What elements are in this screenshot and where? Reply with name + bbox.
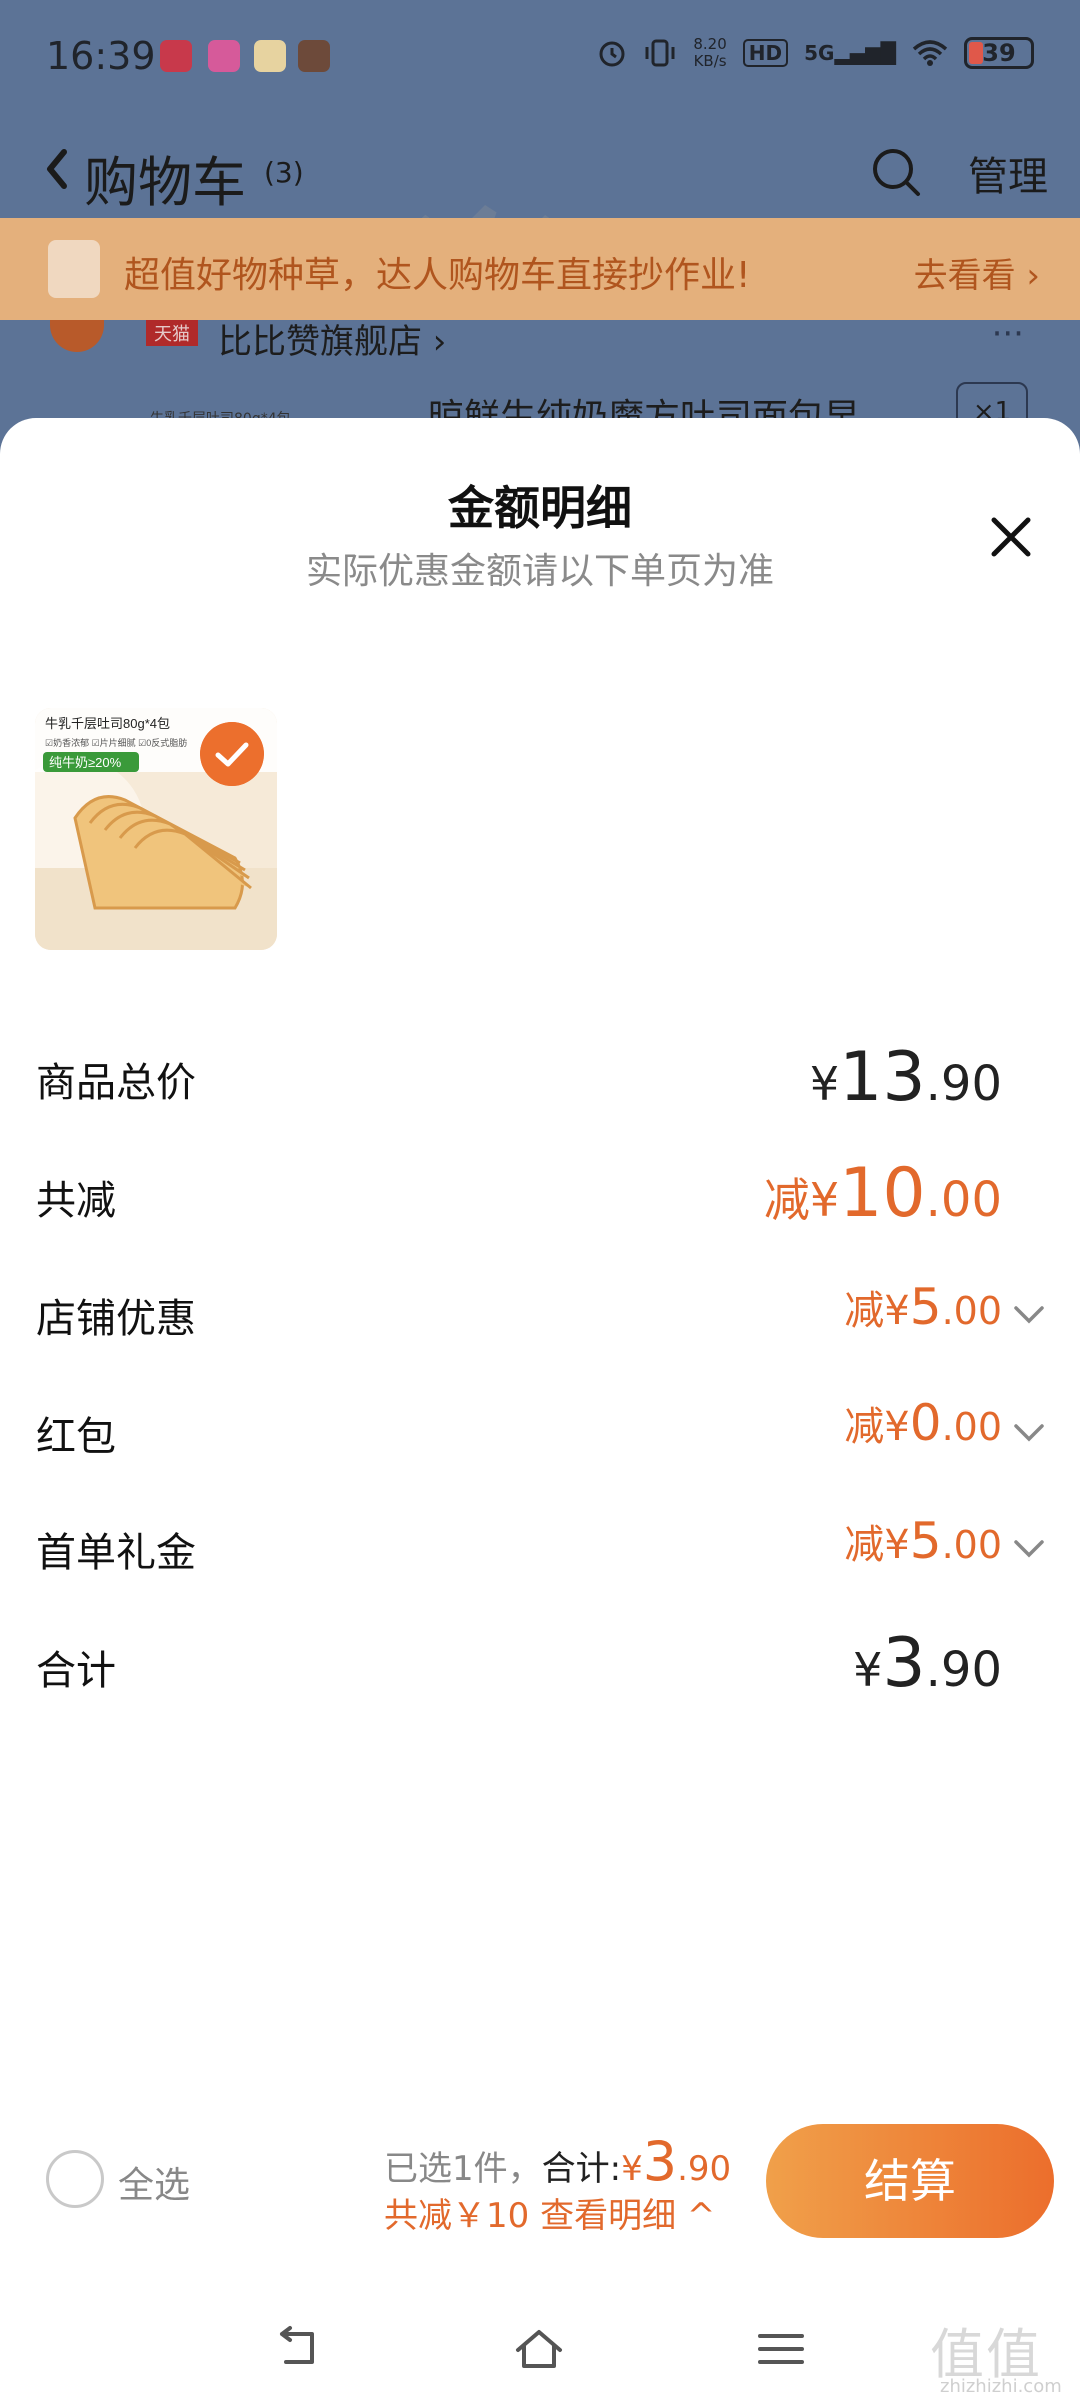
svg-text:纯牛奶≥20%: 纯牛奶≥20% bbox=[49, 755, 122, 770]
tmall-badge: 天猫 bbox=[146, 320, 198, 346]
battery-indicator: 39 bbox=[964, 37, 1034, 69]
watermark-url: zhizhizhi.com bbox=[940, 2376, 1062, 2397]
status-time: 16:39 bbox=[46, 34, 156, 78]
page-title: 购物车 bbox=[84, 151, 246, 214]
first-order-gift-label: 首单礼金 bbox=[36, 1530, 196, 1576]
status-bar: 16:39 8.20 KB/s HD 5G▂▄▆█ 39 bbox=[0, 0, 1080, 120]
price-detail-sheet: 金额明细 实际优惠金额请以下单页为准 牛乳千层吐司80g*4包 ☑奶香浓郁 ☑片… bbox=[0, 418, 1080, 2400]
total-saved-value: 减¥10.00 bbox=[763, 1154, 1002, 1233]
home-nav-icon[interactable] bbox=[512, 2324, 566, 2374]
total-price-label: 商品总价 bbox=[36, 1060, 196, 1106]
svg-text:☑奶香浓郁 ☑片片细腻 ☑0反式脂肪: ☑奶香浓郁 ☑片片细腻 ☑0反式脂肪 bbox=[45, 737, 187, 748]
total-saved-label: 共减 bbox=[36, 1178, 116, 1224]
promo-banner[interactable]: 超值好物种草，达人购物车直接抄作业! 去看看 › bbox=[0, 218, 1080, 320]
more-icon[interactable]: ··· bbox=[992, 314, 1024, 354]
sheet-title: 金额明细 bbox=[448, 481, 632, 535]
sum-label: 合计 bbox=[36, 1648, 116, 1694]
app-notification-icon bbox=[298, 40, 330, 72]
selected-summary: 已选1件，合计:¥3.90 bbox=[384, 2130, 732, 2193]
cart-count: (3) bbox=[264, 156, 304, 189]
shop-name[interactable]: 比比赞旗舰店 › bbox=[218, 314, 446, 363]
status-right-group: 8.20 KB/s HD 5G▂▄▆█ 39 bbox=[597, 36, 1034, 70]
signal-icon: 5G▂▄▆█ bbox=[804, 41, 896, 65]
system-navigation-bar bbox=[0, 2300, 1080, 2400]
promo-link[interactable]: 去看看 › bbox=[914, 248, 1040, 297]
checked-icon[interactable] bbox=[200, 722, 264, 786]
app-notification-icon bbox=[254, 40, 286, 72]
total-price-value: ¥13.90 bbox=[809, 1038, 1002, 1117]
back-arrow-icon[interactable] bbox=[38, 144, 78, 194]
chevron-down-icon[interactable] bbox=[1012, 1304, 1046, 1326]
chevron-down-icon[interactable] bbox=[1012, 1422, 1046, 1444]
search-icon[interactable] bbox=[868, 144, 924, 200]
red-packet-label: 红包 bbox=[36, 1414, 116, 1460]
wifi-icon bbox=[912, 40, 948, 66]
shop-checkbox[interactable] bbox=[50, 320, 104, 352]
sheet-subtitle: 实际优惠金额请以下单页为准 bbox=[305, 551, 774, 592]
shop-discount-value[interactable]: 减¥5.00 bbox=[844, 1278, 1002, 1336]
cart-header: 购物车 (3) 管理 bbox=[0, 120, 1080, 325]
select-all-label[interactable]: 全选 bbox=[118, 2156, 190, 2208]
app-notification-icon bbox=[208, 40, 240, 72]
menu-nav-icon[interactable] bbox=[754, 2324, 808, 2374]
promo-thumbnail bbox=[48, 240, 100, 298]
sum-value: ¥3.90 bbox=[853, 1624, 1002, 1703]
checkout-button[interactable]: 结算 bbox=[766, 2124, 1054, 2238]
app-notification-icon bbox=[160, 40, 192, 72]
manage-button[interactable]: 管理 bbox=[968, 144, 1048, 202]
back-nav-icon[interactable] bbox=[272, 2324, 326, 2374]
hd-badge: HD bbox=[742, 39, 789, 67]
alarm-icon bbox=[599, 41, 625, 67]
chevron-down-icon[interactable] bbox=[1012, 1538, 1046, 1560]
red-packet-value[interactable]: 减¥0.00 bbox=[844, 1394, 1002, 1452]
net-speed: 8.20 KB/s bbox=[693, 35, 727, 70]
promo-text: 超值好物种草，达人购物车直接抄作业! bbox=[124, 255, 751, 296]
view-details-link[interactable]: 共减￥10 查看明细 ^ bbox=[384, 2188, 715, 2237]
vibrate-icon bbox=[645, 39, 675, 67]
shop-discount-label: 店铺优惠 bbox=[36, 1296, 196, 1342]
svg-text:牛乳千层吐司80g*4包: 牛乳千层吐司80g*4包 bbox=[45, 716, 170, 731]
select-all-checkbox[interactable] bbox=[46, 2150, 104, 2208]
first-order-gift-value[interactable]: 减¥5.00 bbox=[844, 1512, 1002, 1570]
close-icon[interactable] bbox=[976, 502, 1046, 572]
